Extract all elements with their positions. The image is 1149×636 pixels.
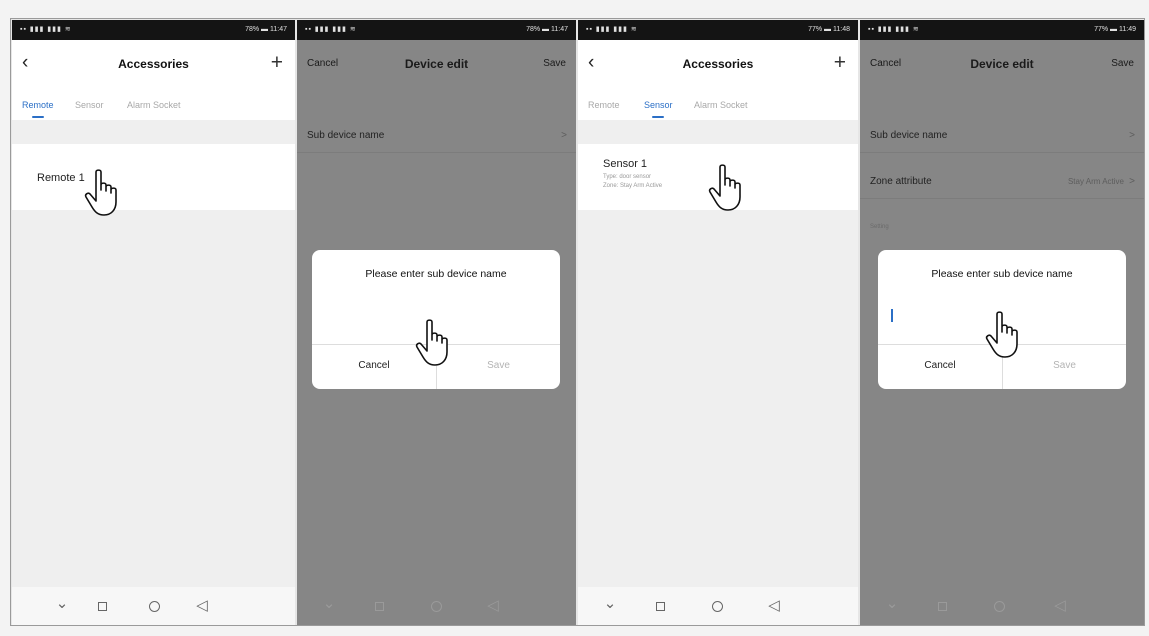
page-title: Accessories: [682, 57, 754, 71]
signal-icon: ▪▪ ▮▮▮ ▮▮▮ ≋: [20, 26, 72, 33]
tab-alarm-socket[interactable]: Alarm Socket: [127, 100, 181, 110]
status-bar: ▪▪ ▮▮▮ ▮▮▮ ≋ 77% ▬ 11:49: [860, 20, 1144, 40]
tab-alarm-socket[interactable]: Alarm Socket: [694, 100, 748, 110]
nav-recents-icon[interactable]: [375, 602, 384, 611]
page-title: Device edit: [404, 57, 469, 71]
battery-time: 78% ▬ 11:47: [526, 26, 568, 33]
list-item-label: Remote 1: [37, 172, 85, 184]
screen-accessories-sensor: ▪▪ ▮▮▮ ▮▮▮ ≋ 77% ▬ 11:48 ‹ Accessories +…: [578, 20, 858, 625]
chevron-right-icon: >: [1129, 176, 1135, 187]
section-label-setting: Setting: [870, 224, 889, 230]
nav-down-icon[interactable]: ⌄: [882, 594, 902, 614]
nav-back-icon[interactable]: ◁: [764, 596, 784, 616]
sensor-zone: Zone: Stay Arm Active: [603, 183, 663, 189]
nav-down-icon[interactable]: ⌄: [319, 594, 339, 614]
app-header: ‹ Accessories +: [12, 40, 295, 88]
nav-back-icon[interactable]: ◁: [483, 596, 503, 616]
system-nav-bar: ⌄ ◁: [297, 587, 576, 625]
dialog-title: Please enter sub device name: [931, 268, 1073, 280]
nav-recents-icon[interactable]: [656, 602, 665, 611]
hand-pointer-icon: [84, 169, 117, 216]
tab-bar: Remote Sensor Alarm Socket: [12, 88, 295, 120]
hand-pointer-icon: [985, 311, 1018, 358]
nav-down-icon[interactable]: ⌄: [600, 594, 620, 614]
nav-home-icon[interactable]: [712, 601, 723, 612]
signal-icon: ▪▪ ▮▮▮ ▮▮▮ ≋: [586, 26, 638, 33]
nav-recents-icon[interactable]: [98, 602, 107, 611]
row-label: Zone attribute: [870, 176, 932, 187]
nav-home-icon[interactable]: [994, 601, 1005, 612]
save-button[interactable]: Save: [543, 40, 566, 88]
add-icon[interactable]: +: [271, 40, 283, 86]
dialog-save-button[interactable]: Save: [437, 360, 560, 371]
app-header: ‹ Accessories +: [578, 40, 858, 88]
sensor-name: Sensor 1: [603, 158, 648, 170]
hand-pointer-icon: [708, 164, 741, 211]
nav-home-icon[interactable]: [431, 601, 442, 612]
tab-remote[interactable]: Remote: [22, 100, 54, 118]
text-cursor: [891, 309, 893, 322]
dialog-save-button[interactable]: Save: [1003, 360, 1126, 371]
dialog-cancel-button[interactable]: Cancel: [878, 360, 1002, 371]
nav-down-icon[interactable]: ⌄: [52, 594, 72, 614]
tab-remote[interactable]: Remote: [588, 100, 620, 110]
battery-time: 77% ▬ 11:49: [1094, 26, 1136, 33]
signal-icon: ▪▪ ▮▮▮ ▮▮▮ ≋: [305, 26, 357, 33]
app-header: Cancel Device edit Save: [860, 40, 1144, 88]
system-nav-bar: ⌄ ◁: [12, 587, 295, 625]
save-button[interactable]: Save: [1111, 40, 1134, 88]
row-label: Sub device name: [307, 130, 385, 141]
hand-pointer-icon: [415, 319, 448, 366]
page-title: Accessories: [118, 57, 189, 71]
sub-device-name-row[interactable]: Sub device name >: [860, 120, 1144, 153]
sub-device-name-row[interactable]: Sub device name >: [297, 120, 576, 153]
zone-attribute-row[interactable]: Zone attribute Stay Arm Active >: [860, 166, 1144, 199]
tab-sensor[interactable]: Sensor: [75, 100, 104, 110]
nav-back-icon[interactable]: ◁: [192, 596, 212, 616]
chevron-right-icon: >: [1129, 130, 1135, 141]
screen-accessories-remote: ▪▪ ▮▮▮ ▮▮▮ ≋ 78% ▬ 11:47 ‹ Accessories +…: [12, 20, 295, 625]
battery-time: 77% ▬ 11:48: [808, 26, 850, 33]
nav-recents-icon[interactable]: [938, 602, 947, 611]
list-item[interactable]: Remote 1: [12, 144, 295, 210]
system-nav-bar: ⌄ ◁: [860, 587, 1144, 625]
app-header: Cancel Device edit Save: [297, 40, 576, 88]
nav-back-icon[interactable]: ◁: [1050, 596, 1070, 616]
sensor-type: Type: door sensor: [603, 174, 652, 180]
row-label: Sub device name: [870, 130, 948, 141]
signal-icon: ▪▪ ▮▮▮ ▮▮▮ ≋: [868, 26, 920, 33]
tab-bar: Remote Sensor Alarm Socket: [578, 88, 858, 120]
status-bar: ▪▪ ▮▮▮ ▮▮▮ ≋ 78% ▬ 11:47: [12, 20, 295, 40]
add-icon[interactable]: +: [834, 40, 846, 86]
chevron-right-icon: >: [561, 130, 567, 141]
nav-home-icon[interactable]: [149, 601, 160, 612]
zone-attribute-value: Stay Arm Active: [1067, 177, 1124, 186]
battery-time: 78% ▬ 11:47: [245, 26, 287, 33]
tab-sensor[interactable]: Sensor: [644, 100, 673, 118]
page-title: Device edit: [970, 57, 1034, 71]
status-bar: ▪▪ ▮▮▮ ▮▮▮ ≋ 77% ▬ 11:48: [578, 20, 858, 40]
system-nav-bar: ⌄ ◁: [578, 587, 858, 625]
dialog-title: Please enter sub device name: [365, 268, 507, 280]
status-bar: ▪▪ ▮▮▮ ▮▮▮ ≋ 78% ▬ 11:47: [297, 20, 576, 40]
